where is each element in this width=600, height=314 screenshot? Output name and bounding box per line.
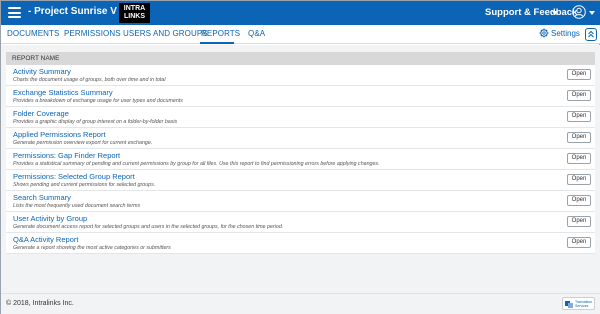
table-row: Activity Summary Charts the document usa…: [6, 65, 595, 86]
open-button[interactable]: Open: [567, 132, 591, 143]
table-row: User Activity by Group Generate document…: [6, 212, 595, 233]
open-button[interactable]: Open: [567, 195, 591, 206]
report-description: Provides a graphic display of group inte…: [13, 119, 178, 125]
open-button[interactable]: Open: [567, 111, 591, 122]
translate-icon: [565, 301, 573, 308]
report-link[interactable]: Folder Coverage: [13, 109, 69, 118]
support-feedback-menu[interactable]: Support & Feedback: [485, 7, 577, 18]
settings-label: Settings: [551, 28, 580, 38]
user-avatar-icon[interactable]: [572, 5, 586, 19]
table-row: Search Summary Lists the most frequently…: [6, 191, 595, 212]
open-button[interactable]: Open: [567, 216, 591, 227]
report-description: Charts the document usage of groups, bot…: [13, 77, 166, 83]
reports-content: REPORT NAME Activity Summary Charts the …: [1, 45, 600, 293]
user-chevron-down-icon[interactable]: [589, 11, 595, 15]
logo-line-2: LINKS: [124, 13, 145, 20]
report-link[interactable]: Permissions: Selected Group Report: [13, 172, 135, 181]
report-description: Generate document access report for sele…: [13, 224, 284, 230]
gear-icon: [539, 28, 549, 38]
copyright-text: © 2018, Intralinks Inc.: [6, 300, 74, 307]
open-button[interactable]: Open: [567, 90, 591, 101]
report-link[interactable]: User Activity by Group: [13, 214, 87, 223]
app-window: - Project Sunrise V INTRA LINKS Support …: [0, 0, 600, 314]
report-link[interactable]: Exchange Statistics Summary: [13, 88, 113, 97]
report-description: Provides a statistical summary of pendin…: [13, 161, 380, 167]
support-chevron-down-icon[interactable]: [552, 11, 558, 15]
table-row: Permissions: Selected Group Report Shows…: [6, 170, 595, 191]
report-link[interactable]: Search Summary: [13, 193, 71, 202]
tab-users-and-groups[interactable]: USERS AND GROUPS: [123, 29, 208, 38]
open-button[interactable]: Open: [567, 69, 591, 80]
main-nav: DOCUMENTS PERMISSIONS USERS AND GROUPS R…: [1, 25, 600, 44]
open-button[interactable]: Open: [567, 174, 591, 185]
report-description: Lists the most frequently used document …: [13, 203, 141, 209]
active-tab-indicator: [200, 42, 234, 44]
tab-permissions[interactable]: PERMISSIONS: [64, 29, 121, 38]
report-description: Provides a breakdown of exchange usage f…: [13, 98, 183, 104]
report-link[interactable]: Permissions: Gap Finder Report: [13, 151, 120, 160]
project-title[interactable]: - Project Sunrise V: [28, 6, 117, 17]
table-row: Folder Coverage Provides a graphic displ…: [6, 107, 595, 128]
top-bar: - Project Sunrise V INTRA LINKS Support …: [1, 1, 600, 25]
report-description: Generate a report showing the most activ…: [13, 245, 171, 251]
settings-button[interactable]: Settings: [539, 28, 580, 38]
report-description: Generate permission overview export for …: [13, 140, 153, 146]
open-button[interactable]: Open: [567, 237, 591, 248]
report-description: Shows pending and current permissions fo…: [13, 182, 156, 188]
tab-qa[interactable]: Q&A: [248, 29, 265, 38]
table-row: Q&A Activity Report Generate a report sh…: [6, 233, 595, 254]
collapse-header-button[interactable]: [585, 28, 597, 41]
tab-documents[interactable]: DOCUMENTS: [7, 29, 59, 38]
hamburger-menu-icon[interactable]: [8, 7, 21, 18]
table-row: Exchange Statistics Summary Provides a b…: [6, 86, 595, 107]
column-header-report-name: REPORT NAME: [6, 52, 595, 65]
logo-line-1: INTRA: [123, 5, 146, 12]
tab-reports[interactable]: REPORTS: [201, 29, 240, 38]
report-link[interactable]: Q&A Activity Report: [13, 235, 78, 244]
table-row: Permissions: Gap Finder Report Provides …: [6, 149, 595, 170]
report-link[interactable]: Activity Summary: [13, 67, 71, 76]
reports-table: REPORT NAME Activity Summary Charts the …: [6, 52, 595, 254]
table-row: Applied Permissions Report Generate perm…: [6, 128, 595, 149]
chevron-up-double-icon: [588, 30, 594, 38]
report-link[interactable]: Applied Permissions Report: [13, 130, 106, 139]
open-button[interactable]: Open: [567, 153, 591, 164]
footer: © 2018, Intralinks Inc. Translation Serv…: [1, 293, 600, 314]
translate-label-line-2: Services: [575, 304, 589, 308]
translation-services-button[interactable]: Translation Services: [562, 297, 595, 310]
intralinks-logo: INTRA LINKS: [119, 3, 150, 23]
